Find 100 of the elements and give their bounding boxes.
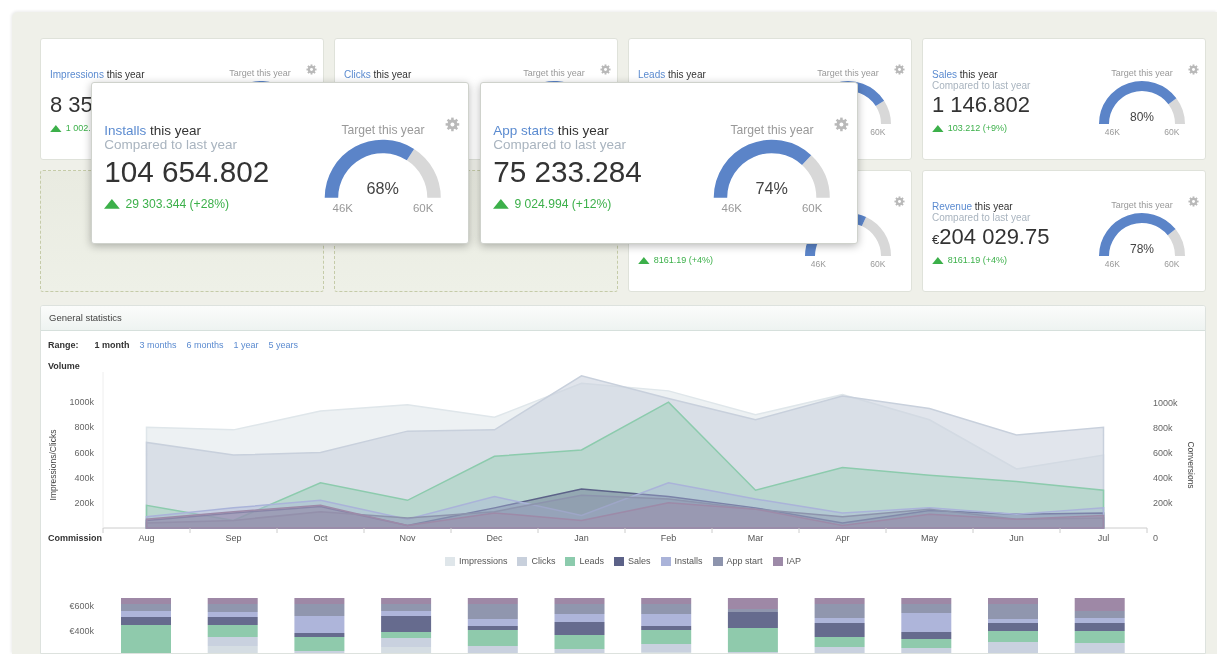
- gauge-max: 60K: [800, 201, 824, 216]
- gauge-track: [801, 155, 830, 198]
- settings-icon[interactable]: [1188, 196, 1199, 207]
- title-suffix: this year: [373, 69, 412, 80]
- settings-icon[interactable]: [834, 116, 849, 132]
- metric-link[interactable]: Sales: [932, 69, 957, 80]
- gauge-min: 46K: [331, 201, 354, 216]
- legend-label[interactable]: App start: [726, 556, 763, 567]
- metric-link[interactable]: Impressions: [50, 69, 104, 80]
- axis-tick: 200k: [1153, 498, 1173, 508]
- gauge-track: [861, 217, 891, 257]
- title-suffix: this year: [106, 69, 145, 80]
- change-value: 1 002.: [65, 123, 91, 135]
- axis-tick: 600k: [74, 447, 94, 458]
- gauge-percent: 78%: [1130, 241, 1154, 256]
- axis-label: Aug: [138, 533, 155, 543]
- metric-link[interactable]: Leads: [638, 69, 666, 80]
- gauge-percent: 74%: [755, 178, 789, 197]
- gauge-min: 46K: [720, 201, 743, 216]
- axis-label: Sep: [225, 533, 242, 543]
- change-value: 29 303.344 (+28%): [125, 197, 229, 212]
- settings-icon[interactable]: [1188, 64, 1199, 75]
- axis-tick: 800k: [1153, 423, 1173, 433]
- metric-value: 1 146.802: [932, 91, 1031, 119]
- settings-icon[interactable]: [445, 116, 460, 132]
- change-value: 8161.19 (+4%): [653, 255, 714, 267]
- axis-label: Jan: [574, 533, 589, 543]
- metric-link[interactable]: Clicks: [344, 69, 371, 80]
- target-label: Target this year: [817, 69, 879, 79]
- axis-tick: €400k: [69, 626, 94, 636]
- legend-label[interactable]: Installs: [674, 556, 703, 567]
- legend-label[interactable]: Leads: [579, 556, 604, 567]
- title-suffix: this year: [959, 69, 998, 80]
- change-value: 103.212 (+9%): [947, 123, 1008, 135]
- legend-label[interactable]: Clicks: [531, 556, 556, 567]
- axis-label: Oct: [313, 533, 328, 543]
- target-label: Target this year: [730, 123, 814, 137]
- metric-link[interactable]: Revenue: [932, 201, 973, 212]
- settings-icon[interactable]: [600, 64, 611, 75]
- gauge-min: 46K: [1103, 126, 1121, 138]
- gauge-track: [1167, 229, 1185, 257]
- axis-tick: 1000k: [1153, 398, 1178, 408]
- range-label: Range:: [48, 340, 79, 351]
- target-label: Target this year: [341, 123, 425, 137]
- up-triangle-icon: [932, 125, 944, 133]
- axis-tick: 600k: [1153, 448, 1173, 458]
- up-triangle-icon: [104, 199, 120, 210]
- axis-tick: €600k: [69, 601, 94, 611]
- dragged-metric-card[interactable]: App starts this year Compared to last year 75 233.284 9 024.994 (+12%) Target this year 74% 46K 60K: [480, 82, 858, 244]
- change-value: 8161.19 (+4%): [947, 255, 1008, 267]
- target-label: Target this year: [1111, 69, 1173, 79]
- gauge-min: 46K: [1103, 258, 1121, 270]
- legend-label[interactable]: Impressions: [458, 556, 508, 567]
- gauge-max: 60K: [1163, 258, 1181, 270]
- metric-link[interactable]: Installs: [104, 122, 147, 138]
- axis-label: Jun: [1009, 533, 1024, 543]
- settings-icon[interactable]: [306, 64, 317, 75]
- range-option[interactable]: 1 year: [233, 340, 259, 351]
- gauge-track: [875, 100, 891, 125]
- metric-link[interactable]: App starts: [493, 122, 554, 138]
- title-suffix: this year: [668, 69, 706, 80]
- axis-tick: 400k: [74, 472, 94, 483]
- settings-icon[interactable]: [894, 64, 905, 75]
- up-triangle-icon: [50, 125, 62, 133]
- axis-label: Jul: [1097, 533, 1110, 543]
- chart-title: Volume: [48, 361, 81, 372]
- card-subtitle: Compared to last year: [932, 212, 1032, 223]
- up-triangle-icon: [638, 257, 650, 265]
- card-subtitle: Compared to last year: [493, 138, 627, 154]
- range-option[interactable]: 3 months: [139, 340, 177, 351]
- up-triangle-icon: [493, 199, 509, 210]
- change-value: 9 024.994 (+12%): [514, 197, 612, 212]
- gauge-max: 60K: [1163, 126, 1181, 138]
- axis-tick: 400k: [1153, 473, 1173, 483]
- title-suffix: this year: [974, 201, 1013, 212]
- range-option[interactable]: 6 months: [186, 340, 224, 351]
- axis-title: Impressions/Clicks: [48, 429, 58, 501]
- range-option[interactable]: 1 month: [94, 340, 130, 351]
- settings-icon[interactable]: [894, 196, 905, 207]
- legend-label[interactable]: Sales: [628, 556, 651, 567]
- metric-value: 104 654.802: [104, 154, 270, 191]
- dragged-metric-card[interactable]: Installs this year Compared to last year 104 654.802 29 303.344 (+28%) Target this year 68% 46K 60K: [91, 82, 469, 244]
- commission-label: Commission: [48, 533, 102, 543]
- axis-label: Nov: [399, 533, 416, 543]
- axis-label: Apr: [835, 533, 850, 543]
- title-suffix: this year: [557, 122, 609, 138]
- gauge-percent: 80%: [1130, 109, 1154, 124]
- legend-label[interactable]: IAP: [786, 556, 802, 567]
- range-option[interactable]: 5 years: [268, 340, 299, 351]
- target-label: Target this year: [229, 69, 291, 79]
- metric-value: 8 35: [50, 91, 94, 119]
- title-suffix: this year: [149, 122, 201, 138]
- axis-label: Mar: [747, 533, 764, 543]
- target-label: Target this year: [1111, 201, 1173, 211]
- up-triangle-icon: [932, 257, 944, 265]
- axis-label: Feb: [660, 533, 677, 543]
- axis-tick: 1000k: [69, 397, 94, 408]
- gauge-track: [406, 149, 441, 199]
- metric-value: 75 233.284: [493, 154, 642, 191]
- gauge-track: [1168, 98, 1185, 125]
